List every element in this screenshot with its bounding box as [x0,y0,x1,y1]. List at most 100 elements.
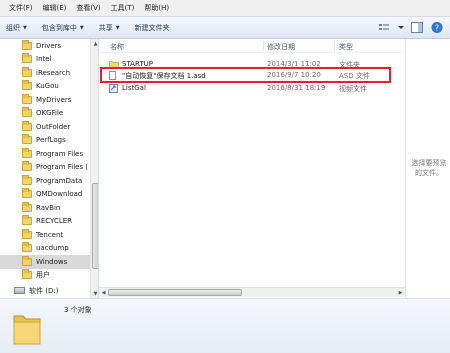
horizontal-scrollbar-thumb[interactable] [108,289,242,296]
folder-icon [22,228,32,239]
preview-pane: 选择要预览的文件。 [405,39,450,298]
nav-item-perflogs[interactable]: PerfLogs [0,134,90,148]
nav-item-iresearch[interactable]: iResearch [0,66,90,80]
nav-item-qmdownload[interactable]: QMDownload [0,188,90,202]
nav-item-kugou[interactable]: KuGou [0,80,90,94]
nav-item-ravbin[interactable]: RavBin [0,201,90,215]
file-type: 视频文件 [339,85,367,93]
include-in-library-label: 包含到库中 [41,23,77,32]
nav-item-label: Program Files [36,149,84,158]
folder-icon [22,93,32,104]
folder-icon [22,39,32,50]
folder-icon [22,269,32,280]
nav-item-drivers[interactable]: Drivers [0,39,90,53]
chevron-down-icon: ▼ [115,24,120,31]
horizontal-scrollbar[interactable]: ◀ ▶ [99,287,405,297]
view-controls: ? [372,21,444,34]
menu-help[interactable]: 帮助(H) [139,3,174,13]
details-pane: 3 个对象 [0,298,450,353]
column-header-name[interactable]: 名称 [110,42,124,52]
nav-item-label: RECYCLER [36,217,73,226]
folder-icon [22,188,32,199]
menu-file[interactable]: 文件(F) [4,3,38,13]
folder-icon [22,80,32,91]
column-divider[interactable] [334,41,335,51]
nav-item-tencent[interactable]: Tencent [0,228,90,242]
chevron-down-icon: ▼ [23,24,27,31]
nav-item-label: ProgramData [36,176,83,185]
share-button[interactable]: 共享 ▼ [99,23,120,33]
chevron-down-icon: ▼ [79,24,84,31]
nav-item-mydrivers[interactable]: MyDrivers [0,93,90,107]
menu-bar: 文件(F) 编辑(E) 查看(V) 工具(T) 帮助(H) [0,0,450,17]
nav-item-label: Program Files ( [36,163,89,172]
nav-item-programdata[interactable]: ProgramData [0,174,90,188]
drive-icon [14,287,25,295]
item-count: 3 个对象 [64,306,92,314]
nav-item-label: OutFolder [36,122,71,131]
nav-item-label: iResearch [36,68,71,77]
nav-item-label: Drivers [36,41,62,50]
help-icon[interactable]: ? [430,21,444,34]
column-header-modified[interactable]: 修改日期 [267,42,295,52]
menu-tools[interactable]: 工具(T) [106,3,140,13]
nav-item-recycler[interactable]: RECYCLER [0,215,90,229]
nav-item-label: QMDownload [36,190,83,199]
nav-scrollbar-thumb[interactable] [92,183,98,269]
nav-item-intel[interactable]: Intel [0,53,90,67]
nav-item-program-files-x86[interactable]: Program Files ( [0,161,90,175]
folder-icon [22,107,32,118]
nav-item-okgfile[interactable]: OKGFile [0,107,90,121]
menu-edit[interactable]: 编辑(E) [38,3,72,13]
nav-item-users[interactable]: 用户 [0,269,90,283]
folder-icon [22,120,32,131]
view-options-icon[interactable] [378,21,392,34]
nav-item-windows[interactable]: Windows [0,255,90,269]
nav-item-label: OKGFile [36,109,64,118]
folder-icon [22,161,32,172]
highlight-annotation [100,67,391,83]
scroll-right-icon[interactable]: ▶ [396,288,405,297]
nav-item-drive-d[interactable]: 软件 (D:) [0,284,90,298]
nav-item-label: KuGou [36,82,59,91]
new-folder-label: 新建文件夹 [134,23,170,32]
nav-item-label: MyDrivers [36,95,72,104]
nav-item-label: 软件 (D:) [29,286,59,295]
chevron-down-icon[interactable] [398,21,404,34]
folder-icon [22,147,32,158]
shortcut-icon [109,84,118,93]
nav-item-uacdump[interactable]: uacdump [0,242,90,256]
scroll-up-icon[interactable]: ▲ [91,39,98,48]
scroll-down-icon[interactable]: ▼ [91,289,98,298]
folder-icon [22,66,32,77]
nav-item-label: PerfLogs [36,136,66,145]
column-header-type[interactable]: 类型 [339,42,353,52]
file-row-listgal[interactable]: ListGal 2016/8/31 18:19 视频文件 [106,83,396,94]
include-in-library-button[interactable]: 包含到库中 ▼ [42,23,84,33]
nav-item-label: Tencent [36,230,64,239]
column-headers: 名称 修改日期 类型 [99,39,405,53]
svg-text:?: ? [435,23,439,32]
file-modified: 2016/8/31 18:19 [267,84,326,92]
folder-icon [22,201,32,212]
navigation-pane: Drivers Intel iResearch KuGou MyDrivers … [0,39,99,298]
nav-item-label: Windows [36,257,68,266]
menu-view[interactable]: 查看(V) [71,3,105,13]
new-folder-button[interactable]: 新建文件夹 [135,23,170,33]
folder-icon [22,174,32,185]
folder-icon [22,53,32,64]
folder-icon [12,308,42,346]
organize-button[interactable]: 组织 ▼ [6,23,27,33]
folder-icon [22,255,32,266]
nav-scrollbar[interactable]: ▲ ▼ [90,39,98,298]
nav-item-outfolder[interactable]: OutFolder [0,120,90,134]
nav-item-label: RavBin [36,203,61,212]
nav-item-label: 用户 [36,271,50,280]
preview-pane-icon[interactable] [410,21,424,34]
share-label: 共享 [98,23,113,32]
file-name: ListGal [122,84,146,92]
column-divider[interactable] [263,41,264,51]
folder-icon [22,242,32,253]
scroll-left-icon[interactable]: ◀ [99,288,108,297]
nav-item-program-files[interactable]: Program Files [0,147,90,161]
